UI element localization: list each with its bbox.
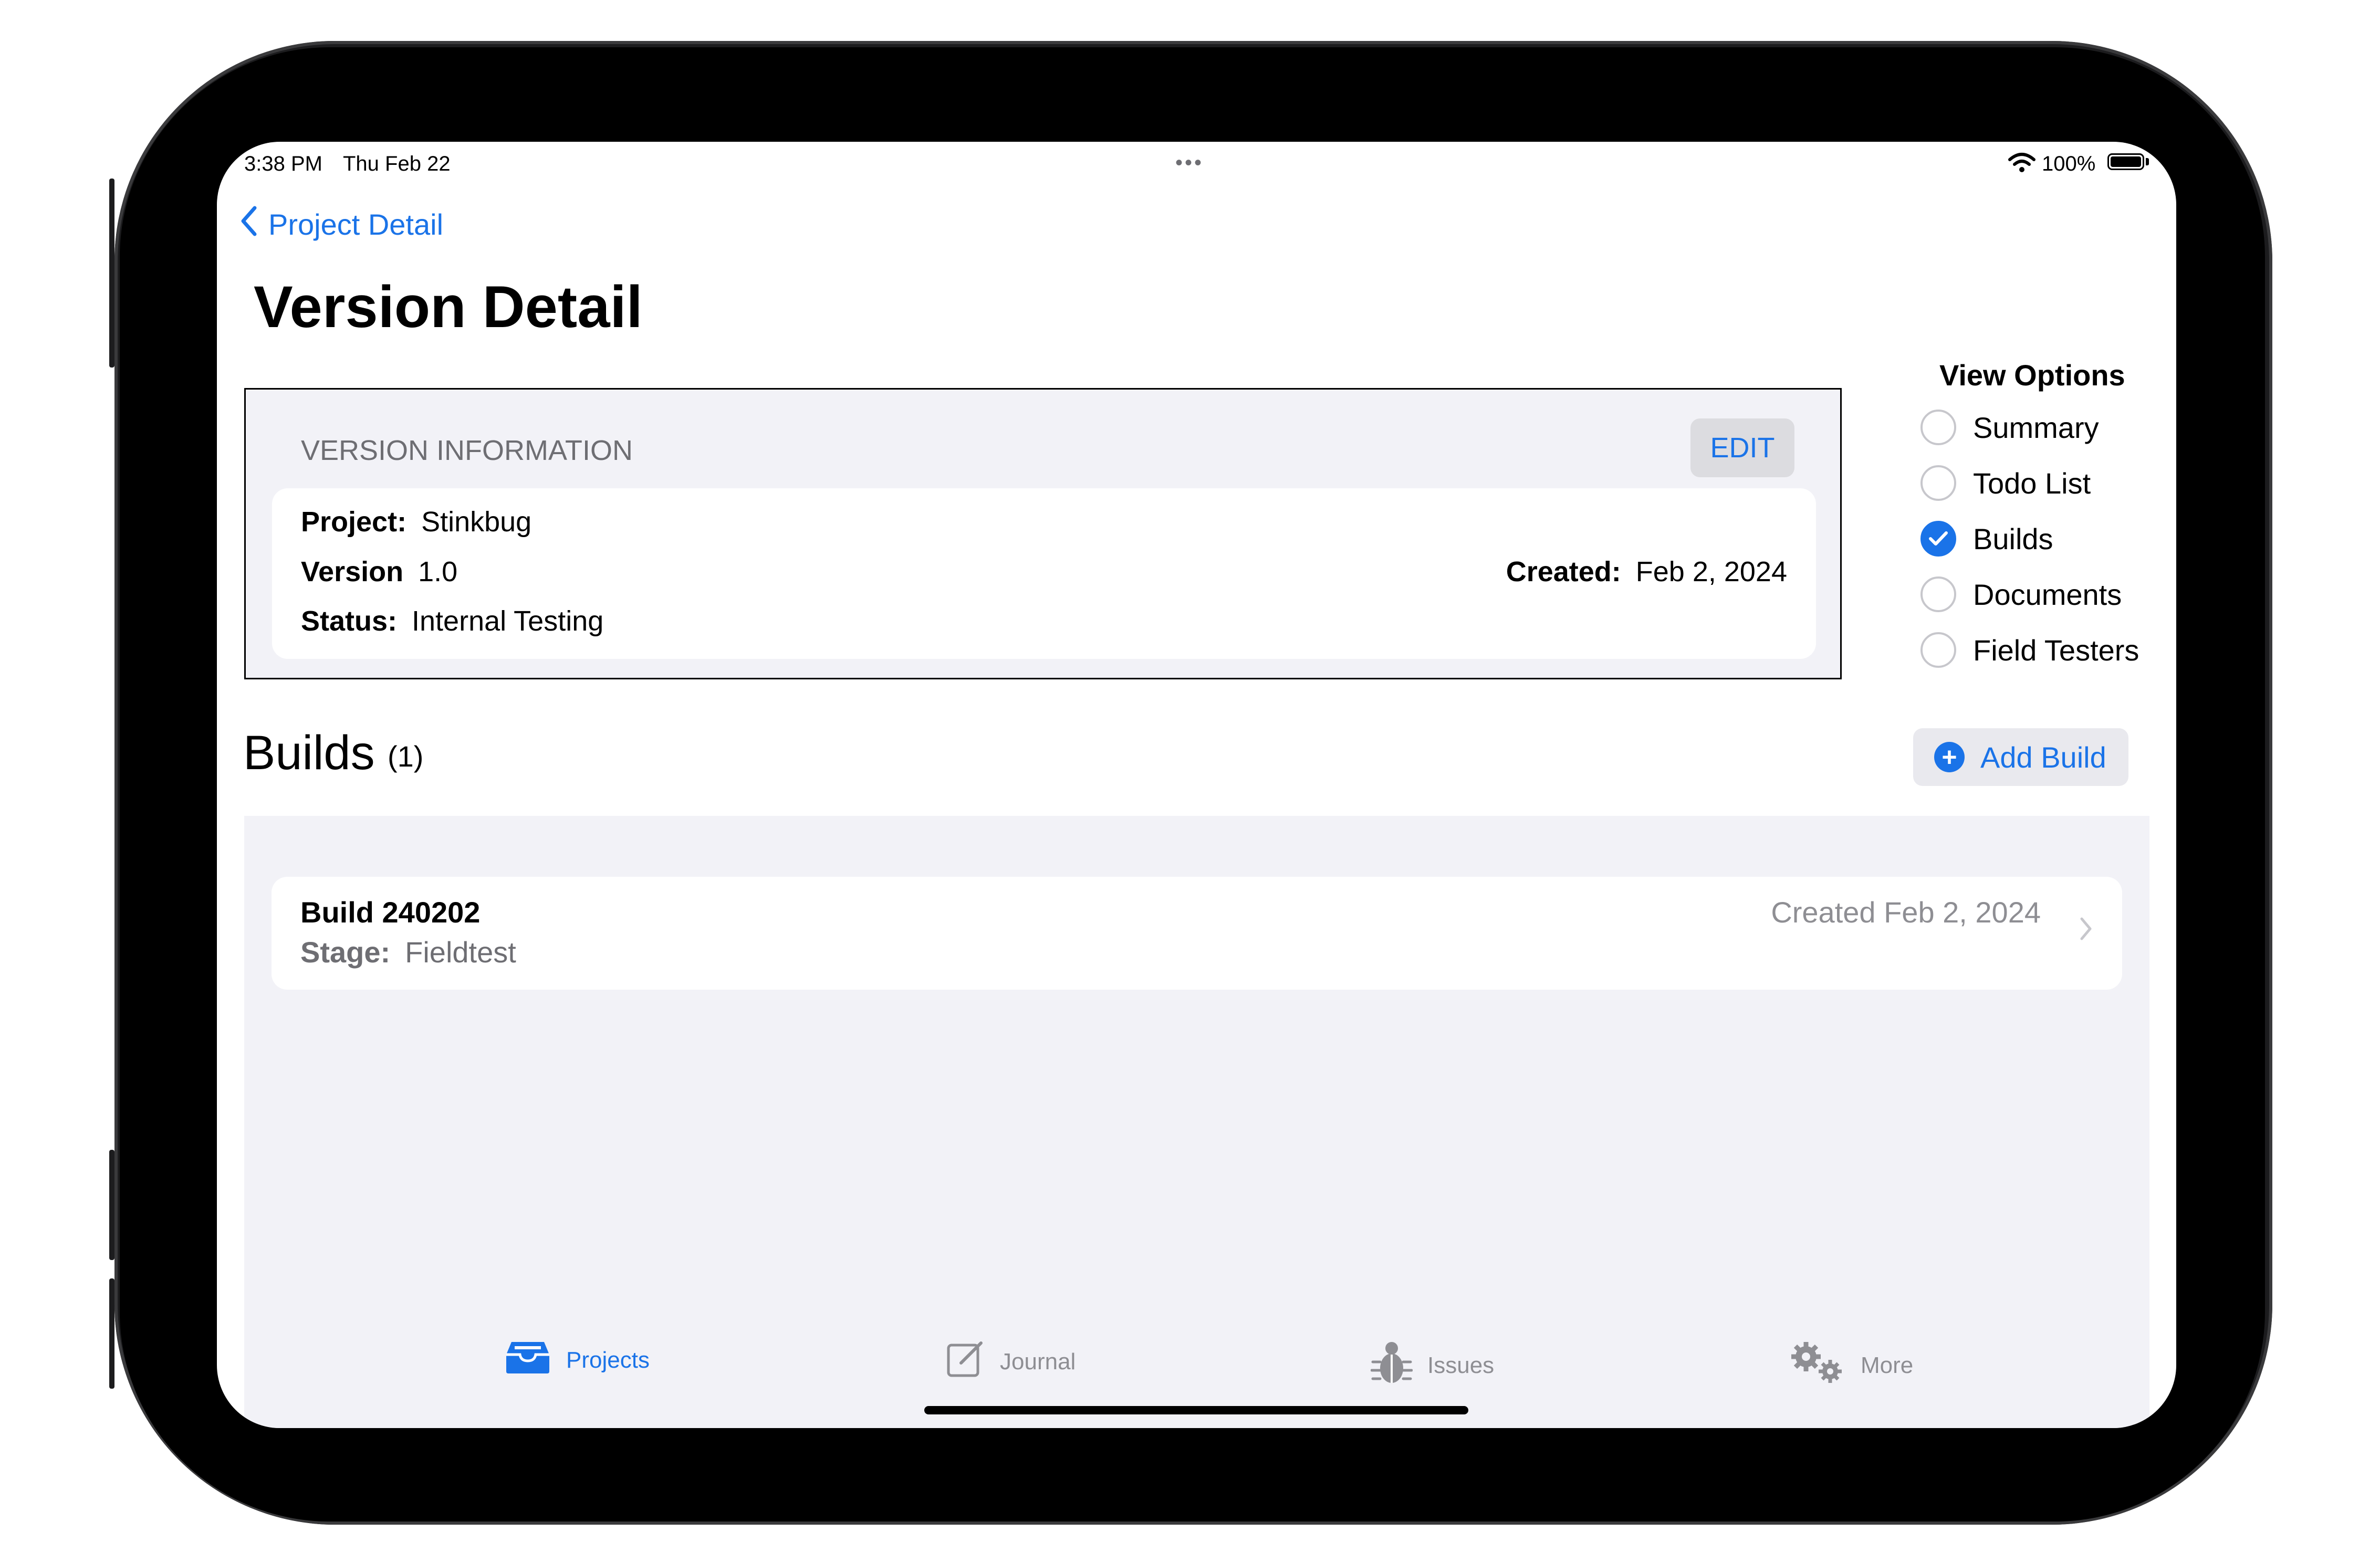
builds-count: (1)	[388, 740, 424, 773]
tab-label: More	[1861, 1352, 1914, 1378]
add-build-button[interactable]: + Add Build	[1913, 728, 2128, 786]
tab-label: Issues	[1427, 1352, 1495, 1378]
created-row: Created: Feb 2, 2024	[1506, 555, 1787, 588]
option-builds[interactable]: Builds	[1920, 521, 2053, 557]
status-date: Thu Feb 22	[343, 152, 451, 175]
option-summary[interactable]: Summary	[1920, 410, 2099, 445]
tab-journal[interactable]: Journal	[945, 1339, 1076, 1384]
plus-circle-icon: +	[1934, 742, 1965, 772]
builds-section-title: Builds	[243, 726, 375, 780]
view-options-title: View Options	[1939, 359, 2125, 392]
option-label: Todo List	[1973, 466, 2091, 500]
project-row: Project: Stinkbug	[301, 506, 531, 538]
compose-icon	[945, 1339, 985, 1384]
tab-more[interactable]: More	[1788, 1339, 1913, 1392]
radio-unchecked-icon	[1920, 410, 1956, 445]
radio-unchecked-icon	[1920, 465, 1956, 501]
stage-value: Fieldtest	[405, 936, 516, 969]
bug-icon	[1370, 1339, 1413, 1392]
build-created: Created Feb 2, 2024	[1771, 896, 2041, 929]
volume-down-button	[109, 1278, 114, 1389]
version-value: 1.0	[418, 556, 458, 588]
wifi-icon	[2008, 152, 2036, 176]
home-indicator[interactable]	[924, 1406, 1468, 1414]
project-value: Stinkbug	[421, 506, 532, 538]
battery-icon	[2107, 153, 2144, 170]
version-info-card: VERSION INFORMATION EDIT Project: Stinkbu…	[244, 388, 1842, 679]
version-info-details: Project: Stinkbug Version 1.0 Status: Inter…	[272, 488, 1816, 659]
version-info-header: VERSION INFORMATION	[301, 435, 633, 466]
created-label: Created:	[1506, 556, 1621, 588]
status-label: Status:	[301, 605, 398, 637]
option-field-testers[interactable]: Field Testers	[1920, 632, 2139, 668]
list-item[interactable]: Build 240202 Stage: Fieldtest Created Feb…	[272, 877, 2122, 990]
screen: 3:38 PM Thu Feb 22 ••• 100% Project Deta…	[217, 142, 2176, 1428]
radio-unchecked-icon	[1920, 632, 1956, 668]
add-build-label: Add Build	[1980, 740, 2106, 774]
battery-tip	[2146, 158, 2149, 165]
page-title: Version Detail	[254, 274, 643, 340]
status-row: Status: Internal Testing	[301, 605, 603, 637]
checkmark-circle-icon	[1920, 521, 1956, 557]
tab-label: Projects	[566, 1347, 650, 1373]
chevron-right-icon	[2079, 915, 2093, 949]
builds-list: Build 240202 Stage: Fieldtest Created Feb…	[244, 816, 2149, 1428]
option-label: Field Testers	[1973, 633, 2139, 667]
top-button	[109, 179, 114, 368]
tab-projects[interactable]: Projects	[504, 1339, 650, 1381]
build-stage: Stage: Fieldtest	[300, 935, 516, 969]
version-row: Version 1.0	[301, 555, 457, 588]
option-todo-list[interactable]: Todo List	[1920, 465, 2091, 501]
option-label: Summary	[1973, 411, 2099, 444]
build-name: Build 240202	[300, 896, 481, 929]
tab-issues[interactable]: Issues	[1370, 1339, 1495, 1392]
tray-icon	[504, 1339, 551, 1381]
option-label: Documents	[1973, 578, 2122, 611]
stage-label: Stage:	[300, 936, 391, 969]
radio-unchecked-icon	[1920, 576, 1956, 612]
back-label: Project Detail	[268, 208, 444, 241]
created-value: Feb 2, 2024	[1635, 556, 1787, 588]
status-value: Internal Testing	[412, 605, 604, 637]
volume-up-button	[109, 1150, 114, 1260]
status-time: 3:38 PM	[244, 152, 322, 175]
gears-icon	[1788, 1339, 1846, 1392]
option-documents[interactable]: Documents	[1920, 576, 2122, 612]
edit-button[interactable]: EDIT	[1690, 418, 1794, 477]
multitask-dots[interactable]: •••	[1175, 151, 1204, 175]
tab-label: Journal	[1000, 1348, 1076, 1375]
back-button[interactable]: Project Detail	[239, 205, 443, 244]
project-label: Project:	[301, 506, 407, 538]
option-label: Builds	[1973, 522, 2053, 555]
version-label: Version	[301, 556, 404, 588]
chevron-left-icon	[239, 205, 258, 244]
battery-percent: 100%	[2042, 152, 2096, 175]
